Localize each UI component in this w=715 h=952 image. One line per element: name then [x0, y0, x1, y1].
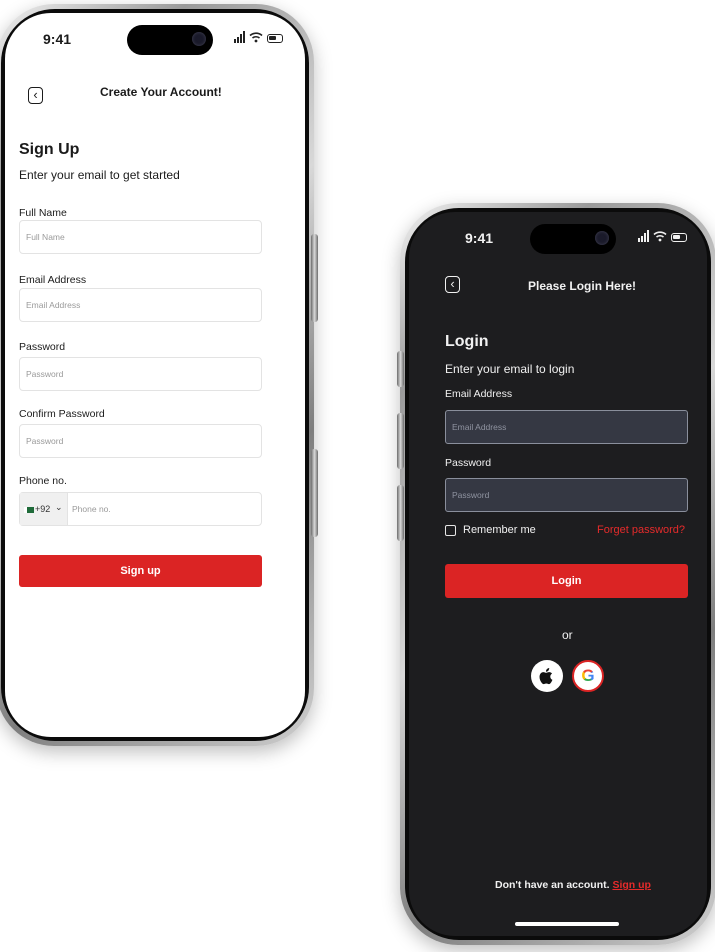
volume-down-button	[397, 485, 404, 541]
action-button	[397, 351, 404, 387]
country-code: +92	[35, 504, 51, 514]
email-input[interactable]: Email Address	[19, 288, 262, 322]
remember-checkbox[interactable]	[445, 525, 456, 536]
confirm-password-label: Confirm Password	[19, 408, 105, 420]
email-label: Email Address	[445, 388, 513, 400]
volume-button	[311, 234, 318, 322]
battery-icon	[267, 34, 283, 43]
status-time: 9:41	[43, 31, 72, 47]
page-title: Sign Up	[19, 141, 80, 158]
confirm-password-placeholder: Password	[26, 436, 64, 446]
header-title: Please Login Here!	[528, 279, 637, 293]
phone-label: Phone no.	[19, 475, 67, 487]
footer: Don't have an account. Sign up	[495, 879, 651, 891]
home-indicator	[515, 922, 619, 926]
page-subtitle: Enter your email to get started	[19, 168, 180, 182]
status-bar: 9:41	[409, 226, 707, 250]
email-label: Email Address	[19, 274, 87, 286]
signal-icon	[234, 31, 245, 43]
wifi-icon	[249, 31, 263, 43]
back-arrow-icon: ‹	[33, 87, 38, 102]
or-divider: or	[562, 628, 573, 642]
status-time: 9:41	[465, 230, 494, 246]
remember-label: Remember me	[463, 524, 536, 536]
password-placeholder: Password	[26, 369, 64, 379]
full-name-placeholder: Full Name	[26, 232, 65, 242]
email-input[interactable]: Email Address	[445, 410, 688, 444]
status-bar: 9:41	[5, 27, 305, 51]
back-button[interactable]: ‹	[445, 276, 460, 293]
password-input[interactable]: Password	[19, 357, 262, 391]
apple-login-button[interactable]	[531, 660, 563, 692]
signal-icon	[638, 230, 649, 242]
volume-up-button	[397, 413, 404, 469]
password-placeholder: Password	[452, 490, 490, 500]
full-name-input[interactable]: Full Name	[19, 220, 262, 254]
pakistan-flag-icon	[24, 507, 34, 513]
signup-button[interactable]: Sign up	[19, 555, 262, 587]
back-arrow-icon: ‹	[450, 276, 455, 291]
login-button[interactable]: Login	[445, 564, 688, 598]
password-label: Password	[445, 457, 492, 469]
country-code-select[interactable]: +92 ⌄	[20, 493, 68, 525]
login-phone: 9:41 ‹ Please Login Here! Login Enter yo…	[397, 203, 715, 945]
wifi-icon	[653, 230, 667, 242]
apple-icon	[539, 668, 553, 685]
page-title: Login	[445, 333, 489, 350]
chevron-down-icon: ⌄	[55, 502, 63, 512]
footer-text: Don't have an account.	[495, 879, 610, 891]
battery-icon	[671, 233, 687, 242]
email-placeholder: Email Address	[26, 300, 81, 310]
signup-phone: 9:41 ‹ Create Your Account! Sign Up Ente…	[0, 4, 318, 746]
phone-input[interactable]: +92 ⌄ Phone no.	[19, 492, 262, 526]
forget-password-link[interactable]: Forget password?	[597, 524, 685, 536]
header-title: Create Your Account!	[100, 85, 222, 99]
password-input[interactable]: Password	[445, 478, 688, 512]
back-button[interactable]: ‹	[28, 87, 43, 104]
password-label: Password	[19, 341, 66, 353]
email-placeholder: Email Address	[452, 422, 507, 432]
google-icon: G	[581, 666, 595, 685]
signup-link[interactable]: Sign up	[612, 879, 651, 891]
confirm-password-input[interactable]: Password	[19, 424, 262, 458]
google-login-button[interactable]: G	[572, 660, 604, 692]
signup-screen: 9:41 ‹ Create Your Account! Sign Up Ente…	[5, 13, 305, 737]
full-name-label: Full Name	[19, 207, 67, 219]
login-screen: 9:41 ‹ Please Login Here! Login Enter yo…	[409, 212, 707, 936]
side-button	[311, 449, 318, 537]
page-subtitle: Enter your email to login	[445, 362, 575, 376]
phone-placeholder: Phone no.	[72, 504, 111, 514]
